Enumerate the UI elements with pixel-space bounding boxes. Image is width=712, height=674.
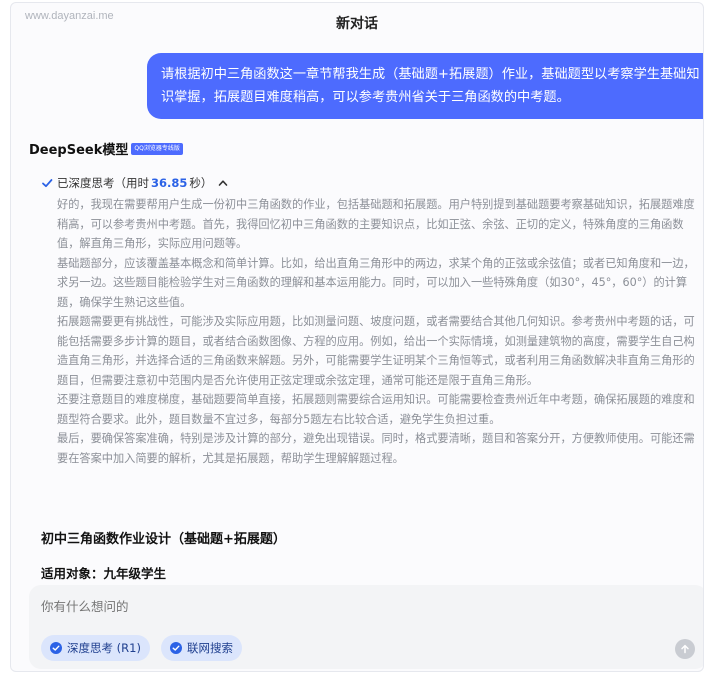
thinking-paragraph: 好的，我现在需要帮用户生成一份初中三角函数的作业，包括基础题和拓展题。用户特别提… <box>57 198 695 250</box>
send-button[interactable] <box>675 639 695 659</box>
deep-think-label: 深度思考 (R1) <box>67 641 141 655</box>
model-header: DeepSeek模型 QQ浏览器专线版 <box>29 139 183 158</box>
thinking-seconds: 36.85 <box>151 176 188 190</box>
model-badge: QQ浏览器专线版 <box>131 142 183 155</box>
composer: 深度思考 (R1) 联网搜索 <box>29 585 703 669</box>
answer-heading: 初中三角函数作业设计（基础题+拓展题） <box>41 532 286 547</box>
message-input[interactable] <box>41 599 641 614</box>
deep-think-toggle[interactable]: 深度思考 (R1) <box>41 635 150 661</box>
chevron-up-icon[interactable] <box>218 178 228 188</box>
answer-subheading: 适用对象：九年级学生 <box>41 566 167 581</box>
check-icon <box>42 179 53 188</box>
check-circle-icon <box>170 642 182 654</box>
thinking-paragraph: 拓展题需要更有挑战性，可能涉及实际应用题，比如测量问题、坡度问题，或者需要结合其… <box>57 315 695 387</box>
thinking-paragraph: 基础题部分，应该覆盖基本概念和简单计算。比如，给出直角三角形中的两边，求某个角的… <box>57 256 695 309</box>
thinking-paragraph: 最后，要确保答案准确，特别是涉及计算的部分，避免出现错误。同时，格式要清晰，题目… <box>57 432 695 465</box>
web-search-label: 联网搜索 <box>187 641 233 655</box>
check-circle-icon <box>50 642 62 654</box>
web-search-toggle[interactable]: 联网搜索 <box>161 635 242 661</box>
thinking-label-prefix: 已深度思考（用时 <box>57 176 149 190</box>
thinking-paragraph: 还要注意题目的难度梯度，基础题要简单直接，拓展题则需要综合运用知识。可能需要检查… <box>57 393 695 426</box>
conversation-title: 新对话 <box>336 16 378 32</box>
chat-window: www.dayanzai.me 新对话 请根据初中三角函数这一章节帮我生成（基础… <box>10 2 704 672</box>
thinking-content: 好的，我现在需要帮用户生成一份初中三角函数的作业，包括基础题和拓展题。用户特别提… <box>57 195 703 468</box>
arrow-up-icon <box>681 644 689 654</box>
model-name: DeepSeek模型 <box>29 143 129 158</box>
thinking-label-suffix: 秒） <box>189 176 213 190</box>
user-message-bubble: 请根据初中三角函数这一章节帮我生成（基础题+拓展题）作业，基础题型以考察学生基础… <box>147 53 703 119</box>
thinking-toggle[interactable]: 已深度思考（用时 36.85 秒） <box>41 175 228 191</box>
